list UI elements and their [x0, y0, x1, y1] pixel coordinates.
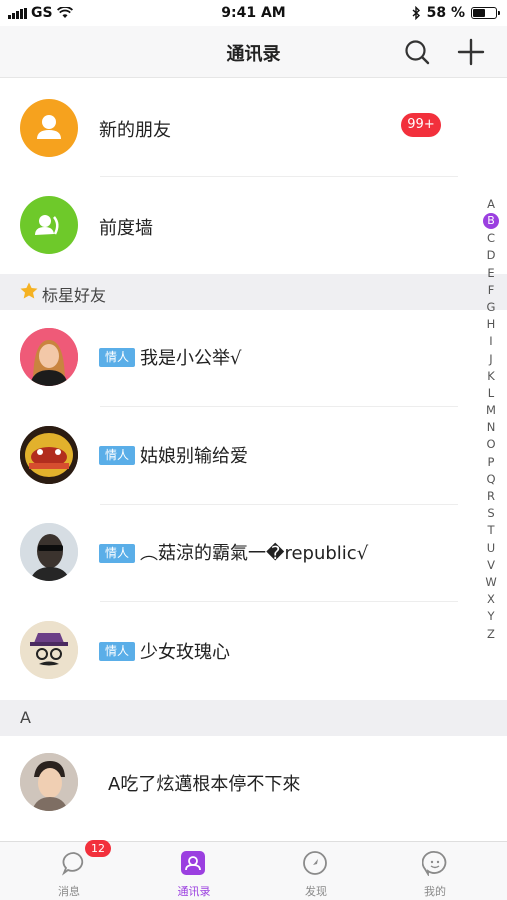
index-letter-j[interactable]: J: [482, 351, 500, 368]
index-letter-n[interactable]: N: [482, 419, 500, 436]
contact-row[interactable]: 情人 ︵菇涼的霸氣一�republic√: [0, 505, 480, 602]
index-letter-t[interactable]: T: [482, 522, 500, 539]
chat-bubble-icon: [61, 852, 84, 876]
ex-wall-row[interactable]: 前度墙: [0, 177, 480, 274]
avatar: [20, 328, 78, 386]
contact-row[interactable]: 情人 我是小公举√: [0, 310, 480, 407]
new-friends-badge: 99+: [401, 113, 441, 137]
index-letter-a[interactable]: A: [482, 196, 500, 213]
index-letter-v[interactable]: V: [482, 557, 500, 574]
battery-icon: [471, 7, 500, 19]
tab-label: 发现: [305, 885, 327, 898]
avatar: [20, 621, 78, 679]
nav-bar: 通讯录: [0, 26, 507, 78]
tab-label: 我的: [424, 885, 446, 898]
index-letter-i[interactable]: I: [482, 333, 500, 350]
new-friend-icon: [20, 99, 78, 157]
index-letter-l[interactable]: L: [482, 385, 500, 402]
profile-face-icon: [422, 851, 447, 876]
starred-section-title: 标星好友: [42, 286, 107, 305]
battery-percent: 58 %: [426, 5, 465, 21]
battery-level: [473, 9, 486, 17]
alphabet-index[interactable]: ABCDEFGHIJKLMNOPQRSTUVWXYZ: [482, 196, 500, 643]
contact-name: ︵菇涼的霸氣一�republic√: [140, 543, 369, 564]
contacts-screen: GS 9:41 AM 58 % 通讯录 新的朋友 99+ 前度墙 标星好友 情人…: [0, 0, 507, 900]
index-letter-s[interactable]: S: [482, 505, 500, 522]
index-letter-k[interactable]: K: [482, 368, 500, 385]
index-letter-b[interactable]: B: [483, 213, 499, 230]
index-letter-x[interactable]: X: [482, 591, 500, 608]
avatar: [20, 426, 78, 484]
tab-discover[interactable]: 发现: [253, 842, 379, 900]
relation-tag: 情人: [99, 348, 135, 367]
avatar: [20, 753, 78, 811]
new-friends-label: 新的朋友: [99, 120, 171, 141]
status-bar: GS 9:41 AM 58 %: [0, 0, 507, 26]
section-a-header: A: [0, 700, 507, 736]
tab-me[interactable]: 我的: [372, 842, 498, 900]
index-letter-f[interactable]: F: [482, 282, 500, 299]
bluetooth-icon: [412, 6, 420, 20]
ex-wall-label: 前度墙: [99, 218, 153, 239]
contact-row[interactable]: A吃了炫邁根本停不下來: [0, 736, 480, 836]
contact-name: 我是小公举√: [140, 348, 242, 369]
avatar: [20, 523, 78, 581]
index-letter-y[interactable]: Y: [482, 608, 500, 625]
contact-name: A吃了炫邁根本停不下來: [108, 774, 301, 795]
index-letter-h[interactable]: H: [482, 316, 500, 333]
status-right: 58 %: [412, 5, 500, 21]
tab-contacts[interactable]: 通讯录: [131, 842, 257, 900]
contact-name: 少女玫瑰心: [140, 642, 230, 663]
add-icon[interactable]: [457, 38, 485, 66]
index-letter-r[interactable]: R: [482, 488, 500, 505]
ex-wall-icon: [20, 196, 78, 254]
section-a-title: A: [20, 708, 31, 727]
index-letter-e[interactable]: E: [482, 265, 500, 282]
search-icon[interactable]: [403, 38, 431, 66]
index-letter-q[interactable]: Q: [482, 471, 500, 488]
relation-tag: 情人: [99, 642, 135, 661]
contact-name: 姑娘别输给爱: [140, 446, 248, 467]
relation-tag: 情人: [99, 544, 135, 563]
messages-badge: 12: [85, 840, 111, 857]
contact-row[interactable]: 情人 少女玫瑰心: [0, 602, 480, 700]
tab-label: 通讯录: [177, 885, 211, 898]
starred-section-header: 标星好友: [0, 274, 507, 310]
tab-label: 消息: [58, 885, 80, 898]
index-letter-w[interactable]: W: [482, 574, 500, 591]
tab-messages[interactable]: 12 消息: [6, 840, 132, 900]
index-letter-z[interactable]: Z: [482, 626, 500, 643]
index-letter-u[interactable]: U: [482, 540, 500, 557]
contact-row[interactable]: 情人 姑娘别输给爱: [0, 407, 480, 505]
tab-bar: 12 消息 通讯录 发现 我的: [0, 840, 507, 900]
index-letter-d[interactable]: D: [482, 247, 500, 264]
index-letter-p[interactable]: P: [482, 454, 500, 471]
index-letter-m[interactable]: M: [482, 402, 500, 419]
contacts-icon: [181, 851, 205, 875]
relation-tag: 情人: [99, 446, 135, 465]
star-icon: [20, 282, 38, 299]
index-letter-c[interactable]: C: [482, 230, 500, 247]
compass-icon: [303, 851, 327, 875]
index-letter-g[interactable]: G: [482, 299, 500, 316]
index-letter-o[interactable]: O: [482, 436, 500, 453]
